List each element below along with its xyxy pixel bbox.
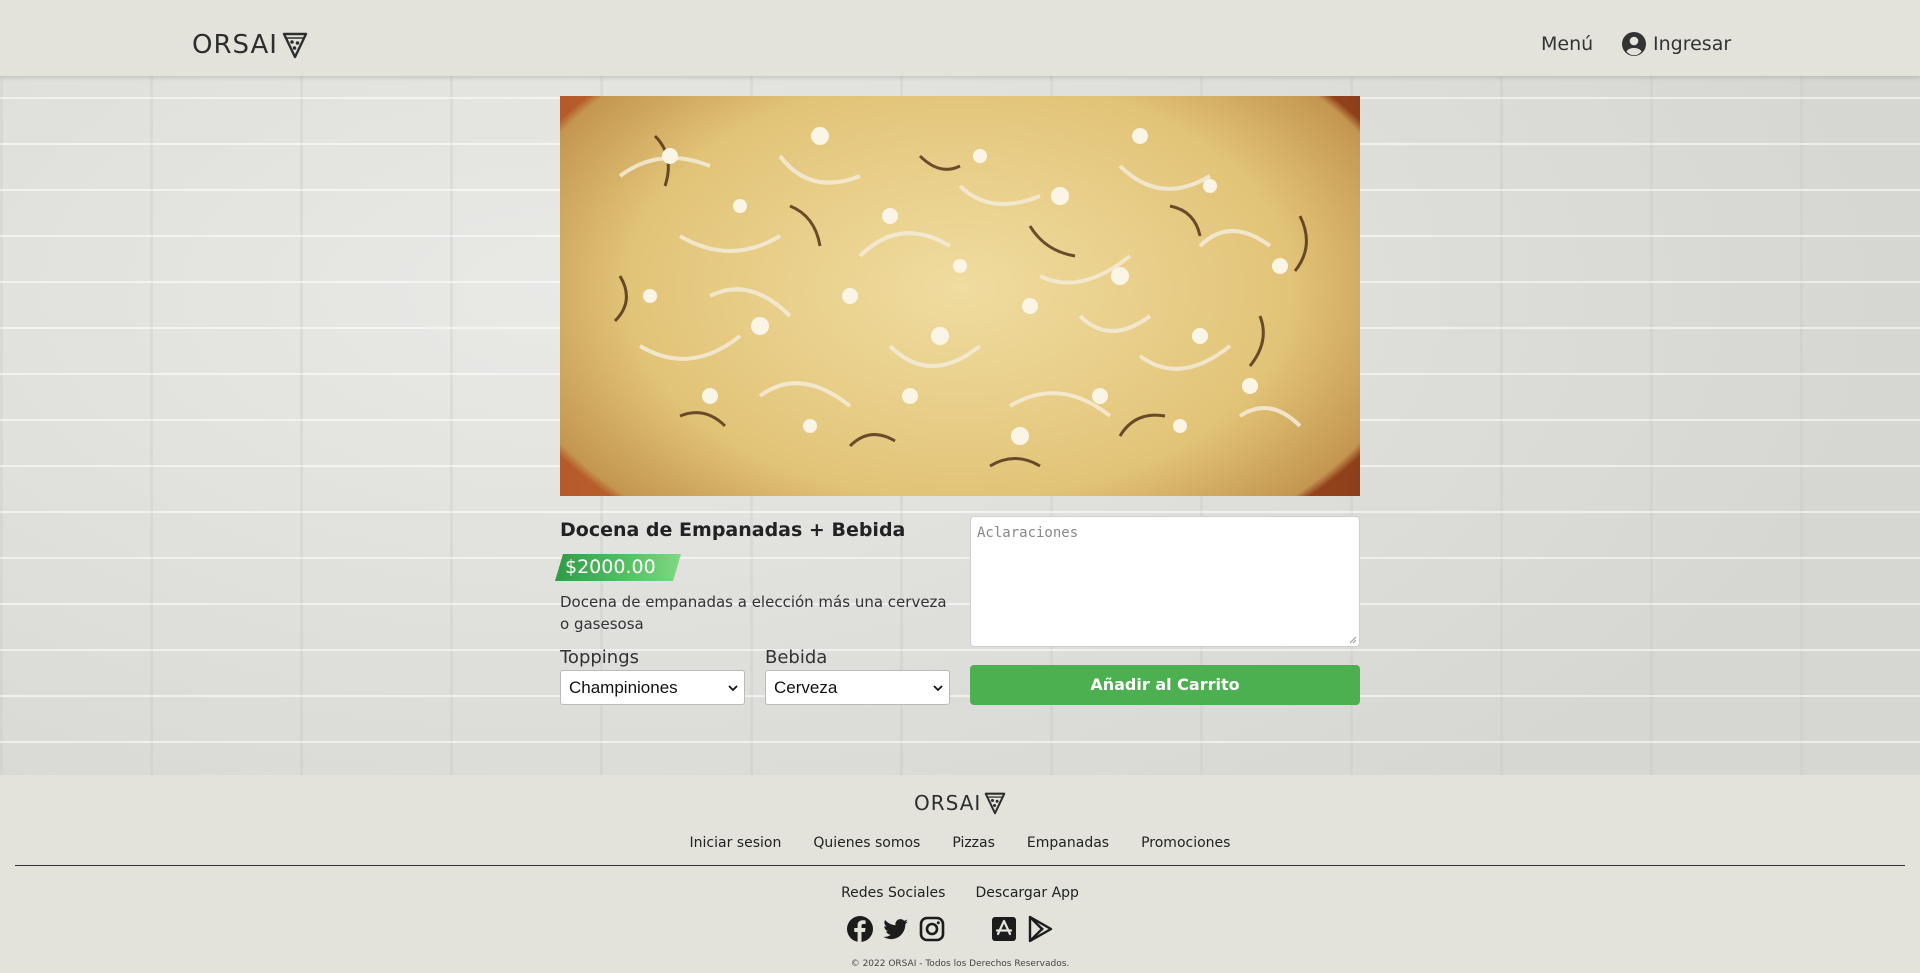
toppings-select[interactable]: Champiniones <box>560 670 745 705</box>
toppings-selected-value: Champiniones <box>569 678 678 697</box>
drink-selected-value: Cerveza <box>774 678 838 697</box>
app-store-icon[interactable] <box>990 915 1018 943</box>
copyright-text: © 2022 ORSAI - Todos los Derechos Reserv… <box>850 959 1070 969</box>
drink-select[interactable]: Cerveza <box>765 670 950 705</box>
site-logo[interactable]: ORSAI <box>192 30 308 60</box>
price-badge: $2000.00 <box>555 554 681 581</box>
app-download-icons <box>990 915 1054 943</box>
product-description: Docena de empanadas a elección más una c… <box>560 593 947 633</box>
social-heading: Redes Sociales <box>841 885 946 901</box>
google-play-icon[interactable] <box>1026 915 1054 943</box>
login-label: Ingresar <box>1653 33 1732 55</box>
nav-menu-link[interactable]: Menú <box>1541 33 1593 55</box>
pizza-slice-icon <box>984 792 1006 815</box>
footer-logo-text: ORSAI <box>914 791 982 815</box>
footer-divider <box>15 865 1905 866</box>
facebook-icon[interactable] <box>846 915 874 943</box>
instagram-icon[interactable] <box>918 915 946 943</box>
pizza-photo <box>613 127 1308 468</box>
drink-label: Bebida <box>765 647 828 668</box>
footer-link-login[interactable]: Iniciar sesion <box>690 835 782 851</box>
user-circle-icon <box>1622 32 1646 56</box>
footer-link-promotions[interactable]: Promociones <box>1141 835 1230 851</box>
notes-textarea[interactable]: Aclaraciones <box>970 516 1360 647</box>
footer-link-empanadas[interactable]: Empanadas <box>1027 835 1109 851</box>
footer-link-about[interactable]: Quienes somos <box>813 835 920 851</box>
notes-placeholder: Aclaraciones <box>977 525 1079 541</box>
add-to-cart-button[interactable]: Añadir al Carrito <box>970 665 1360 705</box>
product-title: Docena de Empanadas + Bebida <box>560 519 906 541</box>
nav-login-link[interactable]: Ingresar <box>1621 31 1731 57</box>
app-heading: Descargar App <box>975 885 1079 901</box>
pizza-slice-icon <box>282 32 308 59</box>
chevron-down-icon <box>933 685 943 692</box>
footer-headings: Redes Sociales Descargar App <box>0 885 1920 901</box>
product-image <box>560 96 1360 496</box>
twitter-icon[interactable] <box>882 915 910 943</box>
social-icons <box>846 915 946 943</box>
chevron-down-icon <box>728 685 738 692</box>
footer-logo[interactable]: ORSAI <box>914 791 1006 815</box>
logo-text: ORSAI <box>192 30 278 60</box>
site-header: ORSAI Menú Ingresar <box>0 0 1920 76</box>
footer-link-pizzas[interactable]: Pizzas <box>952 835 995 851</box>
site-footer: ORSAI Iniciar sesion Quienes somos Pizza… <box>0 775 1920 973</box>
resize-handle-icon[interactable] <box>1348 635 1357 644</box>
footer-nav: Iniciar sesion Quienes somos Pizzas Empa… <box>0 835 1920 851</box>
toppings-label: Toppings <box>560 647 640 668</box>
